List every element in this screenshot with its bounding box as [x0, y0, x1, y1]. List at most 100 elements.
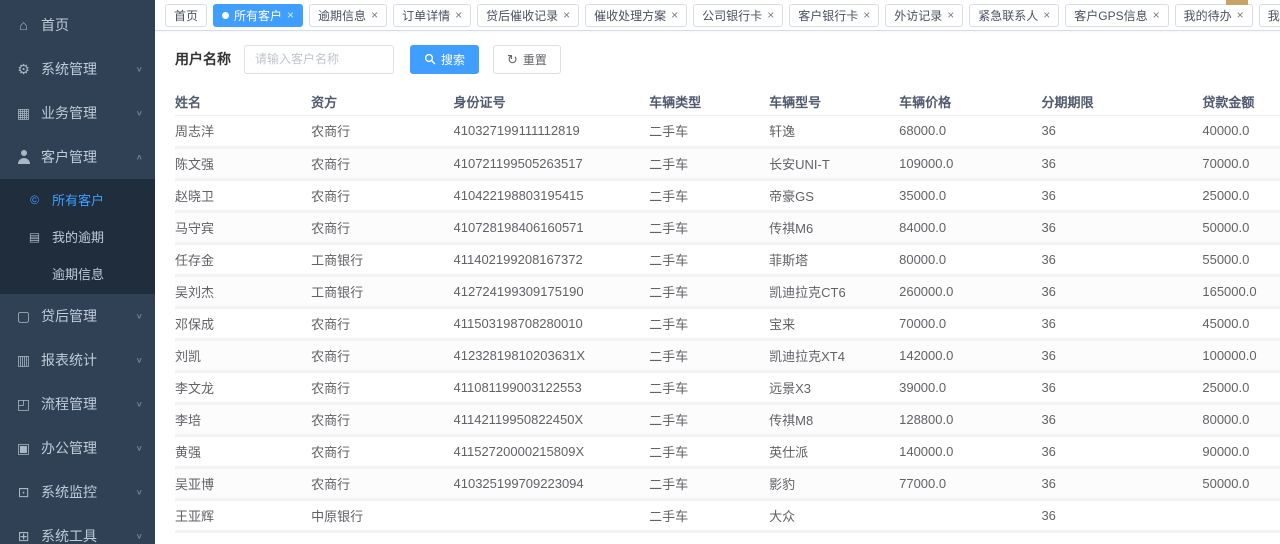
table-cell: 马守宾 — [175, 211, 311, 243]
tab-order-detail[interactable]: 订单详情 × — [393, 4, 471, 27]
tab-close-icon[interactable]: × — [287, 9, 294, 21]
sidebar-item-office-mgmt[interactable]: ▣办公管理∨ — [0, 426, 155, 470]
sidebar-item-business-mgmt[interactable]: ▦业务管理∨ — [0, 91, 155, 135]
table-cell: 36 — [1041, 435, 1202, 467]
table-cell: 农商行 — [311, 403, 453, 435]
main-area: 首页所有客户×逾期信息×订单详情×贷后催收记录×催收处理方案×公司银行卡×客户银… — [155, 0, 1280, 544]
tab-collection-plan[interactable]: 催收处理方案× — [585, 4, 687, 27]
tab-overdue-info[interactable]: 逾期信息× — [309, 4, 387, 27]
table-cell: 39000.0 — [899, 371, 1041, 403]
table-cell: 90000.0 — [1202, 435, 1280, 467]
sidebar-item-home[interactable]: ⌂首页 — [0, 3, 155, 47]
tab-company-bankcard[interactable]: 公司银行卡× — [693, 4, 783, 27]
tab-close-icon[interactable]: × — [455, 9, 462, 21]
tab-close-icon[interactable]: × — [947, 9, 954, 21]
sidebar-item-system-monitor[interactable]: ⊡系统监控∨ — [0, 470, 155, 514]
table-cell: 55000.0 — [1202, 243, 1280, 275]
sidebar-item-label: 系统管理 — [41, 59, 97, 79]
tab-label: 所有客户 — [234, 7, 282, 24]
search-button[interactable]: 搜索 — [410, 45, 479, 74]
sidebar-subitem-overdue-info[interactable]: 逾期信息 — [0, 255, 155, 292]
tab-close-icon[interactable]: × — [767, 9, 774, 21]
table-cell: 英仕派 — [769, 435, 899, 467]
tab-customer-gps[interactable]: 客户GPS信息 × — [1065, 4, 1168, 27]
column-header: 分期期限 — [1041, 88, 1202, 115]
tab-close-icon[interactable]: × — [863, 9, 870, 21]
sidebar-item-system-tools[interactable]: ⊞系统工具∨ — [0, 514, 155, 544]
sidebar-item-postloan-mgmt[interactable]: ▢贷后管理∨ — [0, 294, 155, 338]
tab-my-todo[interactable]: 我的待办× — [1175, 4, 1253, 27]
search-icon — [424, 53, 436, 65]
reset-button-label: 重置 — [523, 51, 547, 68]
sidebar-subitem-all-customers[interactable]: © 所有客户 — [0, 181, 155, 218]
table-cell: 农商行 — [311, 307, 453, 339]
table-cell: 41232819810203631X — [454, 339, 650, 371]
customers-table: 姓名资方身份证号车辆类型车辆型号车辆价格分期期限贷款金额月还款操作 周志洋农商行… — [175, 88, 1280, 533]
table-cell: 吴刘杰 — [175, 275, 311, 307]
table-cell: 165000.0 — [1202, 275, 1280, 307]
table-cell: 凯迪拉克XT4 — [769, 339, 899, 371]
tab-close-icon[interactable]: × — [1237, 9, 1244, 21]
table-cell: 84000.0 — [899, 211, 1041, 243]
table-cell: 二手车 — [649, 371, 769, 403]
tab-close-icon[interactable]: × — [371, 9, 378, 21]
sidebar-subitem-my-overdue[interactable]: ▤我的逾期 — [0, 218, 155, 255]
table-cell: 41152720000215809X — [454, 435, 650, 467]
sidebar-subitem-label: 所有客户 — [52, 190, 104, 209]
sidebar-item-process-mgmt[interactable]: ◰流程管理∨ — [0, 382, 155, 426]
tab-label: 订单详情 — [402, 7, 450, 24]
reset-button[interactable]: ↻ 重置 — [493, 45, 561, 74]
tab-my-process[interactable]: 我的流程× — [1259, 4, 1280, 27]
table-cell: 41142119950822450X — [454, 403, 650, 435]
table-cell: 77000.0 — [899, 467, 1041, 499]
tab-all-customers[interactable]: 所有客户 × — [213, 4, 303, 27]
username-label: 用户名称 — [175, 49, 231, 69]
sidebar-item-system-mgmt[interactable]: ⚙系统管理∨ — [0, 47, 155, 91]
tab-label: 外访记录 — [894, 7, 942, 24]
table-cell: 陈文强 — [175, 147, 311, 179]
content-panel: 用户名称 搜索 ↻ 重置 姓名资 — [155, 31, 1280, 544]
table-cell: 411402199208167372 — [454, 243, 650, 275]
table-cell: 80000.0 — [1202, 403, 1280, 435]
table-cell: 农商行 — [311, 371, 453, 403]
column-header: 车辆类型 — [649, 88, 769, 115]
table-cell: 农商行 — [311, 211, 453, 243]
avatar-fragment — [1226, 0, 1248, 5]
table-cell: 36 — [1041, 467, 1202, 499]
tab-emergency-contacts[interactable]: 紧急联系人 × — [969, 4, 1059, 27]
table-cell: 二手车 — [649, 179, 769, 211]
tab-close-icon[interactable]: × — [1153, 9, 1160, 21]
customer-name-input[interactable] — [244, 45, 394, 74]
tab-label: 紧急联系人 — [978, 7, 1038, 24]
table-cell: 李文龙 — [175, 371, 311, 403]
table-row: 周志洋农商行410327199111112819二手车轩逸68000.03640… — [175, 115, 1280, 147]
tab-home[interactable]: 首页 — [165, 4, 207, 27]
table-cell: 80000.0 — [899, 243, 1041, 275]
tab-close-icon[interactable]: × — [563, 9, 570, 21]
tab-visit-records[interactable]: 外访记录 × — [885, 4, 963, 27]
table-cell: 36 — [1041, 115, 1202, 147]
tab-close-icon[interactable]: × — [1043, 9, 1050, 21]
sidebar-item-report-stats[interactable]: ▥报表统计∨ — [0, 338, 155, 382]
card-icon: ▤ — [26, 230, 43, 244]
column-header: 身份证号 — [454, 88, 650, 115]
table-row: 陈文强农商行410721199505263517二手车长安UNI-T109000… — [175, 147, 1280, 179]
tab-label: 客户GPS信息 — [1074, 7, 1147, 24]
table-cell: 二手车 — [649, 467, 769, 499]
customer-circle-icon: © — [26, 193, 43, 207]
sidebar-item-label: 流程管理 — [41, 394, 97, 414]
chevron-down-icon: ∨ — [136, 356, 143, 364]
table-cell: 中原银行 — [311, 499, 453, 531]
sidebar-item-customer-mgmt[interactable]: 客户管理∧ — [0, 135, 155, 179]
tab-label: 贷后催收记录 — [486, 7, 558, 24]
table-cell: 128800.0 — [899, 403, 1041, 435]
user-icon — [15, 150, 32, 164]
table-cell: 王亚辉 — [175, 499, 311, 531]
tab-customer-bankcard[interactable]: 客户银行卡× — [789, 4, 879, 27]
tab-close-icon[interactable]: × — [671, 9, 678, 21]
table-cell: 36 — [1041, 179, 1202, 211]
tab-collection-records[interactable]: 贷后催收记录 × — [477, 4, 579, 27]
table-cell: 410728198406160571 — [454, 211, 650, 243]
table-cell: 农商行 — [311, 467, 453, 499]
table-cell: 25000.0 — [1202, 179, 1280, 211]
